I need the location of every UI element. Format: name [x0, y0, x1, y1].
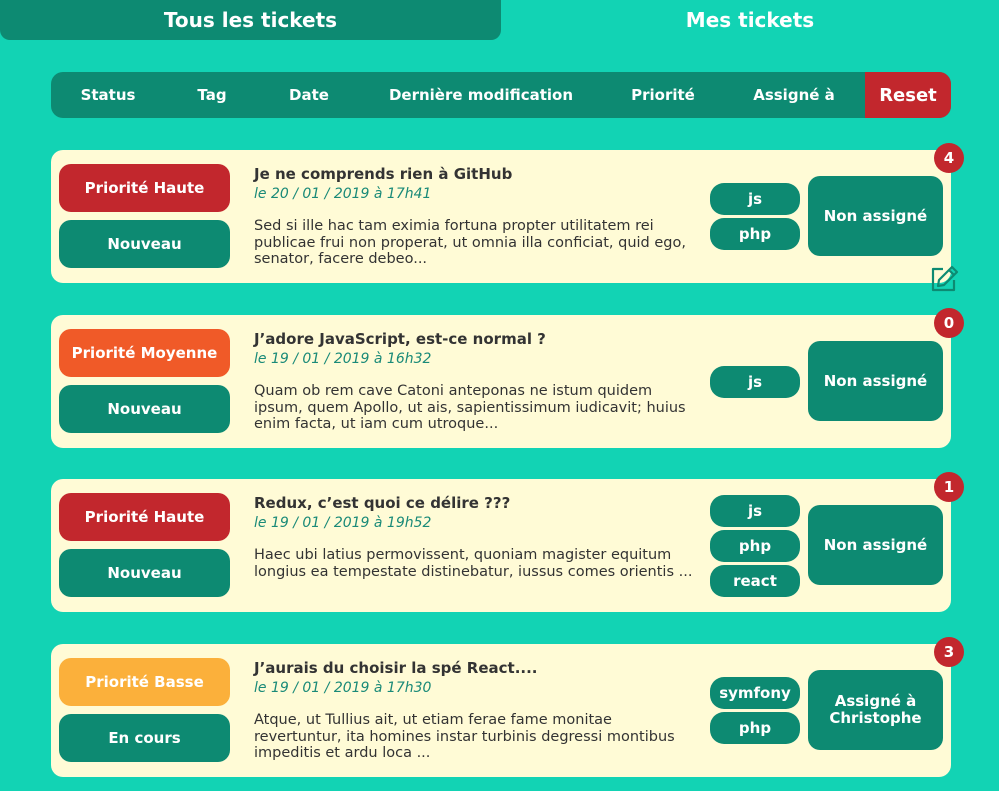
status-badge[interactable]: Nouveau — [59, 549, 230, 597]
status-badge[interactable]: Nouveau — [59, 385, 230, 433]
tag[interactable]: php — [710, 712, 800, 744]
comment-count-badge: 1 — [934, 472, 964, 502]
tag[interactable]: react — [710, 564, 800, 597]
ticket-title[interactable]: J’aurais du choisir la spé React.... — [254, 659, 714, 677]
ticket-card[interactable]: Priorité Moyenne Nouveau J’adore JavaScr… — [51, 308, 964, 448]
tag[interactable]: php — [710, 529, 800, 562]
status-badge[interactable]: En cours — [59, 714, 230, 762]
tag-list: js php — [710, 150, 800, 283]
ticket-card[interactable]: Priorité Basse En cours J’aurais du choi… — [51, 637, 964, 777]
filter-priority[interactable]: Priorité — [603, 72, 723, 118]
assignee-button[interactable]: Assigné à Christophe — [808, 670, 943, 750]
ticket-description: Quam ob rem cave Catoni anteponas ne ist… — [254, 383, 686, 432]
filter-bar: Status Tag Date Dernière modification Pr… — [51, 72, 951, 118]
ticket-description: Atque, ut Tullius ait, ut etiam ferae fa… — [254, 712, 675, 761]
filter-last-modified[interactable]: Dernière modification — [359, 72, 603, 118]
priority-badge[interactable]: Priorité Haute — [59, 164, 230, 212]
comment-count-badge: 3 — [934, 637, 964, 667]
assignee-button[interactable]: Non assigné — [808, 505, 943, 585]
ticket-card[interactable]: Priorité Haute Nouveau Redux, c’est quoi… — [51, 472, 964, 612]
ticket-date: le 19 / 01 / 2019 à 19h52 — [254, 515, 432, 531]
tag[interactable]: js — [710, 494, 800, 527]
assignee-button[interactable]: Non assigné — [808, 176, 943, 256]
tag-list: js php react — [710, 479, 800, 612]
status-badge[interactable]: Nouveau — [59, 220, 230, 268]
tab-my-tickets[interactable]: Mes tickets — [501, 0, 999, 40]
tag-list: symfony php — [710, 644, 800, 777]
reset-button[interactable]: Reset — [865, 72, 951, 118]
ticket-description: Haec ubi latius permovissent, quoniam ma… — [254, 547, 693, 580]
edit-icon[interactable] — [930, 263, 960, 293]
ticket-title[interactable]: J’adore JavaScript, est-ce normal ? — [254, 330, 714, 348]
tag[interactable]: js — [710, 183, 800, 215]
ticket-date: le 19 / 01 / 2019 à 17h30 — [254, 680, 432, 696]
tag[interactable]: symfony — [710, 677, 800, 709]
tag[interactable]: js — [710, 365, 800, 398]
filter-status[interactable]: Status — [51, 72, 165, 118]
priority-badge[interactable]: Priorité Basse — [59, 658, 230, 706]
filter-date[interactable]: Date — [259, 72, 359, 118]
comment-count-badge: 4 — [934, 143, 964, 173]
ticket-card[interactable]: Priorité Haute Nouveau Je ne comprends r… — [51, 143, 964, 283]
tag[interactable]: php — [710, 218, 800, 250]
filter-assigned-to[interactable]: Assigné à — [723, 72, 865, 118]
tab-all-tickets[interactable]: Tous les tickets — [0, 0, 501, 40]
ticket-date: le 20 / 01 / 2019 à 17h41 — [254, 186, 432, 202]
priority-badge[interactable]: Priorité Moyenne — [59, 329, 230, 377]
ticket-title[interactable]: Je ne comprends rien à GitHub — [254, 165, 714, 183]
priority-badge[interactable]: Priorité Haute — [59, 493, 230, 541]
ticket-description: Sed si ille hac tam eximia fortuna propt… — [254, 218, 686, 267]
ticket-title[interactable]: Redux, c’est quoi ce délire ??? — [254, 494, 714, 512]
filter-tag[interactable]: Tag — [165, 72, 259, 118]
comment-count-badge: 0 — [934, 308, 964, 338]
tag-list: js — [710, 315, 800, 448]
ticket-date: le 19 / 01 / 2019 à 16h32 — [254, 351, 432, 367]
assignee-button[interactable]: Non assigné — [808, 341, 943, 421]
